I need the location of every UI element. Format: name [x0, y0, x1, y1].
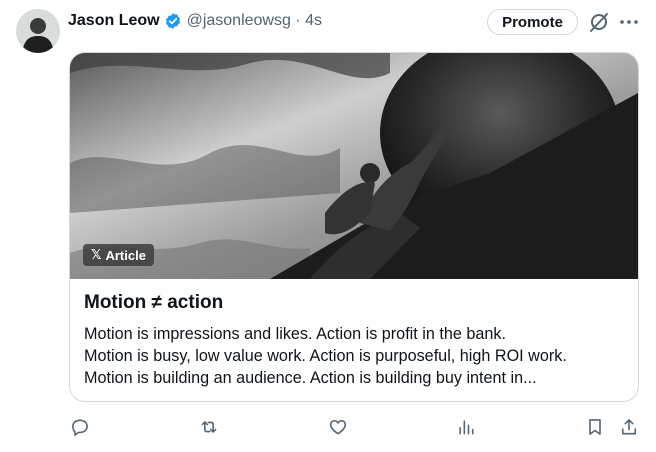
share-icon[interactable] [618, 416, 640, 438]
grok-icon[interactable] [588, 10, 610, 34]
like-icon[interactable] [327, 416, 349, 438]
avatar[interactable] [16, 9, 60, 53]
x-logo-icon: 𝕏 [91, 247, 102, 263]
views-icon[interactable] [455, 416, 477, 438]
article-excerpt: Motion is impressions and likes. Action … [84, 323, 632, 389]
post-header: Jason Leow @jasonleowsg · 4s [68, 10, 322, 32]
repost-icon[interactable] [198, 416, 220, 438]
more-icon[interactable] [618, 10, 640, 34]
bookmark-icon[interactable] [584, 416, 606, 438]
reply-icon[interactable] [69, 416, 91, 438]
article-card[interactable]: 𝕏 Article Motion ≠ action Motion is impr… [69, 52, 639, 402]
article-badge-label: Article [105, 247, 146, 263]
handle-and-time[interactable]: @jasonleowsg · 4s [187, 12, 322, 30]
verified-badge-icon[interactable] [164, 12, 182, 30]
excerpt-line: Motion is busy, low value work. Action i… [84, 347, 567, 365]
author-name[interactable]: Jason Leow [68, 12, 160, 30]
promote-button[interactable]: Promote [487, 9, 578, 35]
excerpt-line: Motion is building an audience. Action i… [84, 369, 537, 387]
excerpt-line: Motion is impressions and likes. Action … [84, 325, 506, 343]
article-title[interactable]: Motion ≠ action [84, 292, 223, 314]
article-cover-image[interactable] [70, 53, 638, 279]
article-badge: 𝕏 Article [83, 244, 154, 266]
